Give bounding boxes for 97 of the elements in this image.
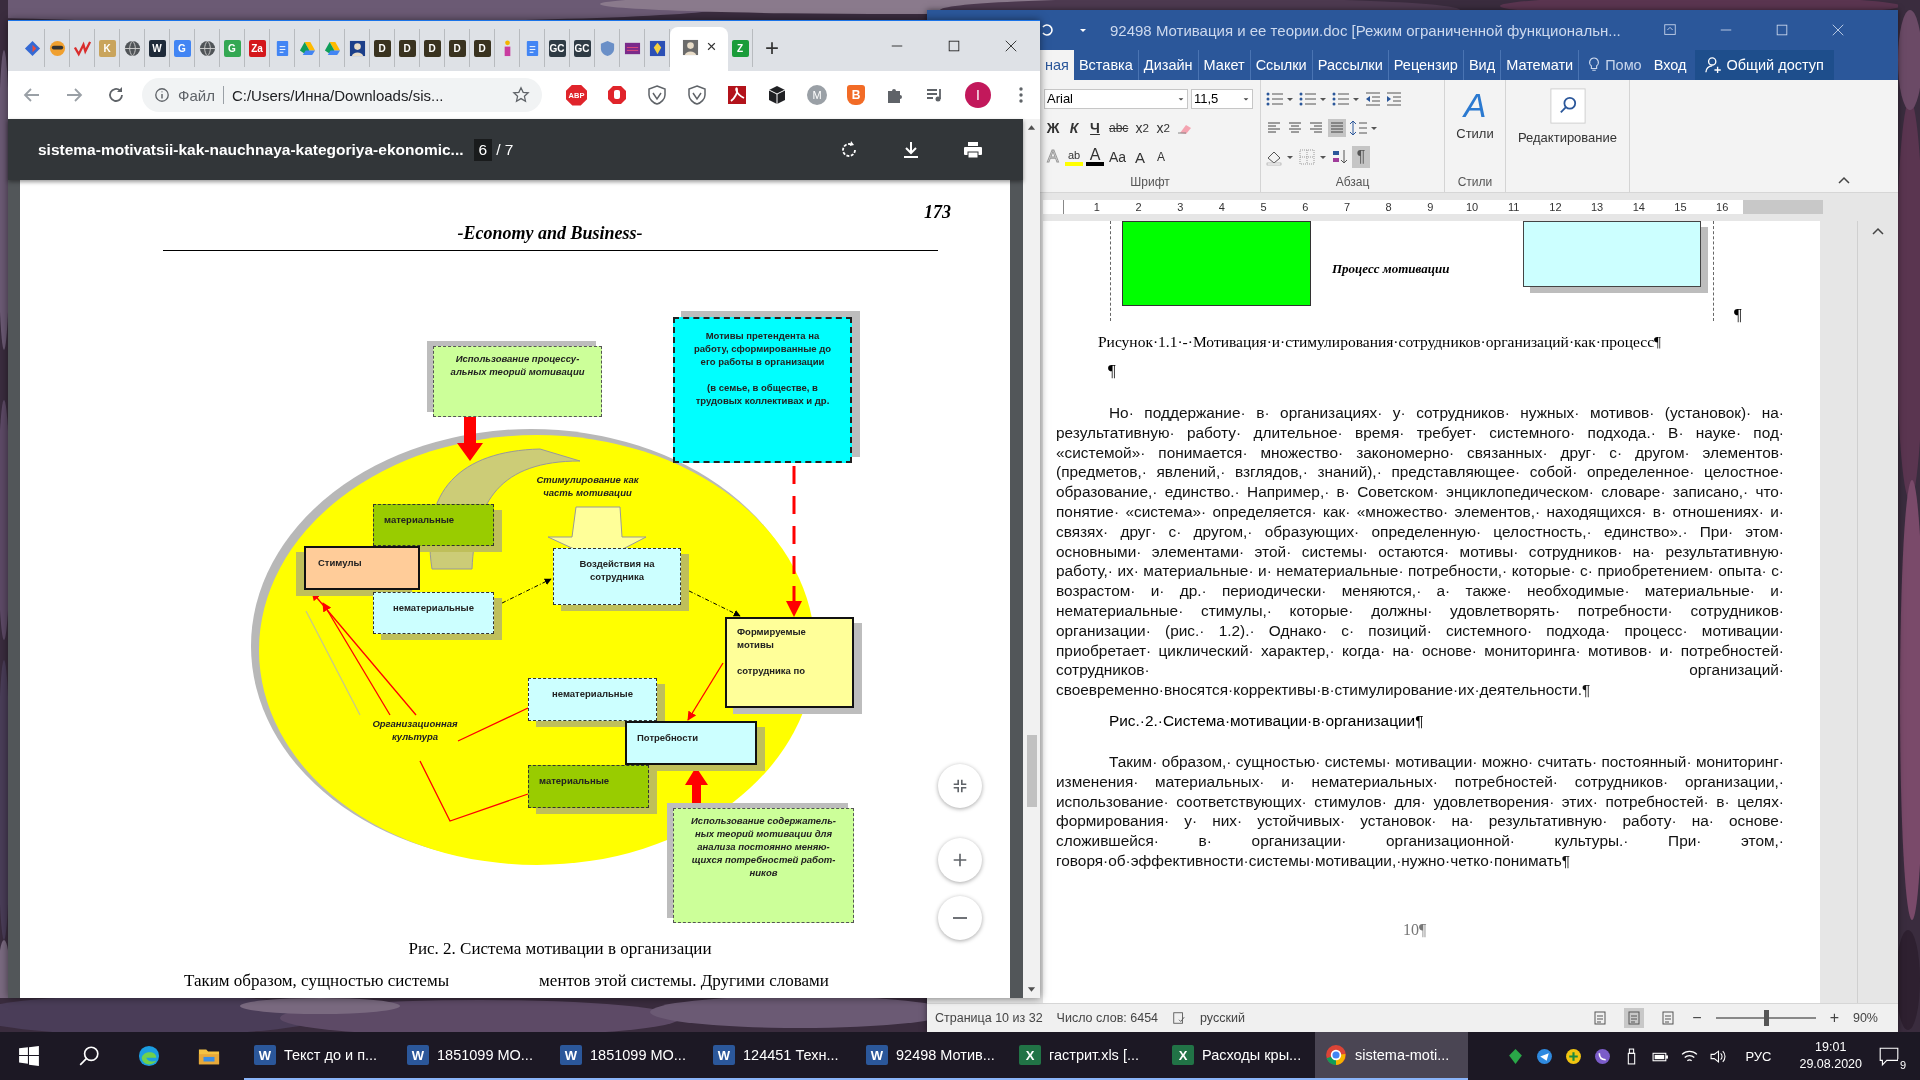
page-number-field[interactable]: 6 — [473, 138, 493, 161]
group-label: Шрифт — [1129, 175, 1171, 189]
address-bar[interactable]: Файл C:/Users/Инна/Downloads/sis... — [142, 78, 542, 112]
editing-button[interactable]: Редактирование — [1518, 88, 1617, 145]
word-count[interactable]: Число слов: 6454 — [1056, 1011, 1159, 1025]
site-icon: G — [173, 39, 191, 57]
browser-tab[interactable]: D — [395, 29, 420, 67]
site-icon: D — [398, 39, 416, 57]
figure-caption: Рисунок·1.1·-·Мотивация·и·стимулирования·сотрудников·организаций·как·процесс¶ — [1098, 333, 1663, 351]
format-button[interactable]: Ж — [1044, 117, 1062, 139]
format-button[interactable]: Ч — [1086, 117, 1104, 139]
profile-avatar[interactable]: I — [965, 82, 991, 108]
show-marks-button[interactable]: ¶ — [1352, 146, 1370, 169]
browser-tab[interactable]: × — [670, 27, 728, 71]
url-text: C:/Users/Инна/Downloads/sis... — [231, 86, 445, 104]
tell-me-field[interactable]: Помо — [1605, 50, 1642, 80]
language-status[interactable]: русский — [1200, 1011, 1245, 1025]
clock-time: 19:01 — [1815, 1039, 1847, 1056]
group-label: Стили — [1456, 175, 1494, 189]
page-number: 10¶ — [1403, 920, 1428, 939]
taskbar-button[interactable]: sistema-moti... — [1315, 1032, 1468, 1080]
site-icon: Z — [731, 39, 749, 57]
site-icon: K — [98, 39, 116, 57]
site-icon: Za — [248, 39, 266, 57]
site-icon: GC — [573, 39, 591, 57]
scheme-label: Файл — [178, 86, 215, 104]
document-title: sistema-motivatsii-kak-nauchnaya-kategoriya-ekonomic... — [38, 140, 464, 159]
taskbar-button[interactable]: W 1851099 МО... — [550, 1032, 703, 1080]
notifications-button[interactable]: 9 — [1878, 1041, 1908, 1071]
site-icon: D — [473, 39, 491, 57]
excel-icon: X — [1019, 1045, 1041, 1065]
change-case-button[interactable]: Aa — [1107, 146, 1129, 169]
format-button[interactable]: abc — [1107, 117, 1131, 139]
site-icon: D — [448, 39, 466, 57]
word-icon: W — [713, 1045, 735, 1065]
text-line: Таким образом, сущностью системы — [184, 971, 450, 991]
diagram-label: Процесс мотивации — [1332, 261, 1450, 277]
font-size-field[interactable]: 11,5 — [1191, 88, 1253, 109]
zoom-level[interactable]: 90% — [1852, 1011, 1878, 1025]
page-number: 173 — [924, 202, 951, 223]
taskbar-button[interactable]: W Текст до и п... — [244, 1032, 397, 1080]
taskbar-button[interactable]: W 1851099 МО... — [397, 1032, 550, 1080]
shrink-font-button[interactable]: A — [1152, 146, 1171, 169]
share-button[interactable]: Общий доступ — [1694, 50, 1834, 80]
input-language[interactable]: РУС — [1745, 1048, 1772, 1064]
text-line: ментов этой системы. Другими словами — [539, 971, 829, 991]
notification-count: 9 — [1897, 1059, 1908, 1071]
format-button[interactable]: К — [1065, 117, 1083, 139]
word-icon: W — [560, 1045, 582, 1065]
word-icon: W — [407, 1045, 429, 1065]
figure-caption: Рис. 2. Система мотивации в организации — [407, 939, 713, 959]
zoom-out-button[interactable]: − — [1692, 1009, 1702, 1027]
word-icon: W — [254, 1045, 276, 1065]
browser-tab[interactable]: D — [445, 29, 470, 67]
styles-button[interactable]: A Стили — [1456, 86, 1494, 141]
page-total: / 7 — [496, 140, 514, 159]
site-icon: GC — [548, 39, 566, 57]
browser-tab[interactable]: GC — [545, 29, 570, 67]
site-icon: D — [373, 39, 391, 57]
new-tab-button[interactable]: + — [765, 34, 779, 62]
word-icon: W — [866, 1045, 888, 1065]
taskbar-button[interactable]: X гастрит.xls [... — [1009, 1032, 1162, 1080]
paragraph: Таким· образом,· сущностью· системы· мотивации· можно· считать· постоянный· мониторинг· изменения· материальных· и· нематериальных· потребностей· сотрудников· организации,· использование· соответствующих· стимулов· для· удовлетворения· этих· потребностей· в· целях· формирования· у· них· устойчивых· установок· на· результативную· работу· на· основе· сложившейся· в· организации· организационной· культуры.· При· этом,· говоря·об·эффективности·системы·мотивации,·нужно·четко·понимать¶ — [1056, 751, 1784, 871]
diagram-label: Организационная культура — [371, 717, 459, 744]
page-count[interactable]: Страница 10 из 32 — [935, 1011, 1043, 1025]
browser-tab[interactable]: D — [370, 29, 395, 67]
figure-reference: Рис.·2.·Система·мотивации·в·организации¶ — [1109, 711, 1425, 730]
paragraph-mark: ¶ — [1108, 361, 1117, 381]
clock[interactable]: 19:01 29.08.2020 — [1799, 1039, 1862, 1073]
grow-font-button[interactable]: A — [1131, 146, 1150, 169]
sign-in-link[interactable]: Вход — [1653, 50, 1687, 80]
browser-tab[interactable]: D — [470, 29, 495, 67]
browser-tab[interactable]: GC — [570, 29, 595, 67]
ribbon-tab[interactable]: ная — [1040, 50, 1074, 80]
zoom-in-button[interactable]: + — [1829, 1009, 1839, 1027]
highlight-button[interactable]: ab — [1065, 148, 1083, 167]
taskbar-button[interactable]: W 124451 Техн... — [703, 1032, 856, 1080]
group-label: Абзац — [1334, 175, 1371, 189]
running-head: -Economy and Business- — [456, 223, 644, 244]
diagram-label: Стимулирование как часть мотивации — [535, 473, 640, 500]
paragraph-mark: ¶ — [1734, 305, 1742, 325]
font-color-button[interactable]: A — [1086, 148, 1104, 167]
taskbar-button[interactable]: W 92498 Мотив... — [856, 1032, 1009, 1080]
paragraph: Но· поддержание· в· организациях· у· сотрудников· нужных· мотивов· (установок)· на· результативную· работу· длительное· время· требует· системного· подхода.· В· науке· под· «системой»· понимается· множество· закономерно· связанных· друг· с· другом· элементов· (предметов,· явлений,· взглядов,· знаний),· представляющее· собой· определенное· целостное· образование,· единство.· Например,· в· Советском· энциклопедическом· словаре· записано,· что· понятие· «система»· определяется· как· «множество· элементов,· находящихся· в· отношениях· и· связях· друг· с· другом,· образующих· определенную· целостность,· единство».· При· этом· основными· элементами· этой· системы· остаются· мотивы· сотрудников· на· результативную· работу,· их· материальные· и· нематериальные· потребности,· которые· с· приобретением· опыта· с· возрастом· и· др.· периодически· меняются,· а· также· необходимые· материальные· и· нематериальные· стимулы,· которые· должны· удовлетворять· потребности· сотрудников· организации· (рис.· 1.2).· Однако· с· позиций· системного· подхода· процесс· мотивации· приобретает· циклический· характер,· когда· на· основе· мониторинга· мотивов· и· потребностей· сотрудников· организаций· своевременно·вносятся·коррективы·в·стимулирование·их·деятельности.¶ — [1056, 403, 1784, 700]
browser-tab[interactable]: W — [145, 29, 170, 67]
browser-tab[interactable]: Za — [245, 29, 270, 67]
browser-tab[interactable]: D — [420, 29, 445, 67]
site-icon: G — [223, 39, 241, 57]
clock-date: 29.08.2020 — [1799, 1056, 1862, 1073]
font-name-field[interactable]: Arial — [1044, 88, 1188, 109]
site-icon: W — [148, 39, 166, 57]
excel-icon: X — [1172, 1045, 1194, 1065]
browser-tab[interactable]: G — [170, 29, 195, 67]
browser-tab[interactable]: Z — [728, 29, 753, 67]
window-title: 92498 Мотивация и ее теории.doc [Режим ограниченной функциональн... — [1110, 21, 1621, 39]
close-tab-button[interactable]: × — [706, 37, 717, 57]
site-icon: D — [423, 39, 441, 57]
